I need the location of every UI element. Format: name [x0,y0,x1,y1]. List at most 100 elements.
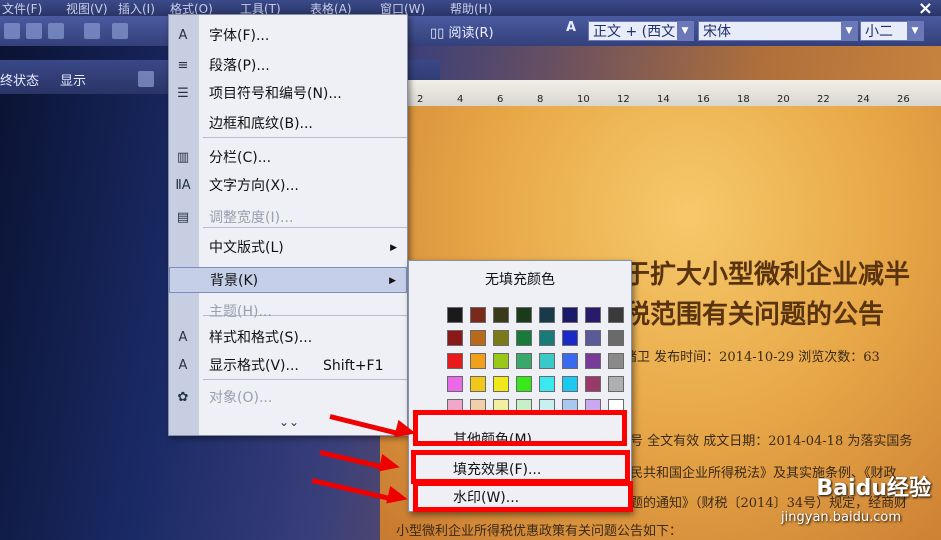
ruler-tick-label: 12 [617,94,630,105]
menu-item-label: 背景(K) [210,273,259,289]
spellcheck-icon[interactable] [84,23,100,39]
doc-meta: 绪卫 发布时间：2014-10-29 浏览次数：63 [624,350,880,365]
menu-insert[interactable]: 插入(I) [118,0,155,16]
format-menu-item[interactable]: 中文版式(L) ▶ [169,235,407,261]
ruler-tick-label: 10 [577,94,590,105]
menu-separator [203,137,407,138]
color-swatch[interactable] [608,307,624,323]
ruler-tick-label: 20 [777,94,790,105]
color-swatch[interactable] [539,376,555,392]
color-swatch[interactable] [447,330,463,346]
color-swatch[interactable] [562,353,578,369]
color-swatch[interactable] [539,307,555,323]
format-menu-item: ▤ 调整宽度(I)... [169,205,407,231]
show-dropdown[interactable]: 显示 [60,70,86,89]
color-swatch[interactable] [447,376,463,392]
doc-line1: 号 全文有效 成文日期：2014-04-18 为落实国务 [630,434,913,449]
menu-item-label: 边框和底纹(B)... [209,116,313,132]
menu-item-icon [175,240,191,256]
color-swatch[interactable] [447,307,463,323]
format-menu-item[interactable]: ≡ 段落(P)... [169,53,407,79]
preview-icon[interactable] [48,23,64,39]
format-menu-item[interactable]: ☰ 项目符号和编号(N)... [169,81,407,107]
menu-item-label: 显示格式(V)... [209,358,299,374]
menu-help[interactable]: 帮助(H) [450,0,492,16]
color-swatch[interactable] [516,353,532,369]
standard-toolbar: ▯▯ 阅读(R) A 正文 + (西文 ▼ 宋体 ▼ 小二 ▼ [0,16,941,46]
color-swatch[interactable] [470,376,486,392]
format-menu-item[interactable]: 边框和底纹(B)... [169,111,407,137]
read-button[interactable]: ▯▯ 阅读(R) [430,22,494,41]
color-swatch[interactable] [493,307,509,323]
styles-pane-icon[interactable]: A [566,20,576,35]
format-menu-item[interactable]: 背景(K) ▶ [169,267,407,293]
color-swatch[interactable] [493,353,509,369]
save-icon[interactable] [4,23,20,39]
color-swatch[interactable] [539,330,555,346]
format-menu-item[interactable]: A 字体(F)... [169,23,407,49]
menu-item-label: 文字方向(X)... [209,178,299,194]
color-swatch[interactable] [585,353,601,369]
color-swatch[interactable] [516,330,532,346]
style-combo[interactable]: 正文 + (西文 ▼ [588,21,694,41]
highlight-other-colors [413,410,627,446]
no-fill-color-item[interactable]: 无填充颜色 [409,269,631,289]
menu-item-label: 主题(H)... [209,304,272,320]
color-swatch[interactable] [585,330,601,346]
ruler-tick-label: 18 [737,94,750,105]
font-combo[interactable]: 宋体 ▼ [698,21,858,41]
ruler-tick-label: 8 [537,94,544,105]
color-swatch[interactable] [608,330,624,346]
ruler-tick-label: 14 [657,94,670,105]
menu-item-icon [175,116,191,132]
color-swatch[interactable] [608,376,624,392]
print-icon[interactable] [26,23,42,39]
menu-item-icon: ☰ [177,86,189,101]
expand-menu-icon[interactable]: ⌄⌄ [279,415,299,429]
color-swatch[interactable] [447,353,463,369]
ruler-tick-label: 2 [417,94,424,105]
menu-item-label: 段落(P)... [209,58,270,74]
color-swatch[interactable] [539,353,555,369]
chevron-down-icon[interactable]: ▼ [841,22,857,40]
format-menu-item[interactable]: ⅡA 文字方向(X)... [169,173,407,199]
menu-item-shortcut: Shift+F1 [323,358,384,374]
cut-icon[interactable] [112,23,128,39]
format-menu-item[interactable]: A 样式和格式(S)... [169,325,407,351]
accept-change-icon[interactable] [138,71,154,87]
menu-item-icon: A [178,330,188,345]
font-size-combo[interactable]: 小二 ▼ [860,21,924,41]
submenu-arrow-icon: ▶ [389,276,396,286]
format-menu-item: ✿ 对象(O)... [169,385,407,411]
menu-item-icon: A [178,28,188,43]
color-swatch[interactable] [585,376,601,392]
menu-item-label: 中文版式(L) [209,240,284,256]
baidu-jingyan-logo: Baidu经验 [816,476,931,501]
color-swatch[interactable] [585,307,601,323]
color-swatch[interactable] [562,330,578,346]
menu-file[interactable]: 文件(F) [2,0,42,16]
color-swatch[interactable] [562,376,578,392]
horizontal-ruler: 2 4 6 8 10 12 14 16 18 20 22 24 26 [405,80,941,106]
color-swatch[interactable] [608,353,624,369]
color-swatch[interactable] [470,307,486,323]
chevron-down-icon[interactable]: ▼ [677,22,693,40]
baidu-jingyan-url: jingyan.baidu.com [781,510,901,525]
color-swatch[interactable] [493,376,509,392]
color-swatch[interactable] [516,307,532,323]
color-swatch[interactable] [470,353,486,369]
ruler-tick-label: 26 [897,94,910,105]
menu-item-icon: ▤ [176,210,190,225]
final-state-label[interactable]: 终状态 [0,70,39,89]
format-menu-item[interactable]: ▥ 分栏(C)... [169,145,407,171]
ruler-tick-label: 4 [457,94,464,105]
color-swatch[interactable] [516,376,532,392]
ruler-tick-label: 6 [497,94,504,105]
format-menu: A 字体(F)... ≡ 段落(P)... ☰ 项目符号和编号(N)... 边框和底纹(B)… [168,14,408,436]
color-swatch[interactable] [562,307,578,323]
format-menu-item[interactable]: A 显示格式(V)... Shift+F1 [169,353,407,379]
menu-view[interactable]: 视图(V) [66,0,108,16]
color-swatch[interactable] [470,330,486,346]
color-swatch[interactable] [493,330,509,346]
chevron-down-icon[interactable]: ▼ [907,22,923,40]
